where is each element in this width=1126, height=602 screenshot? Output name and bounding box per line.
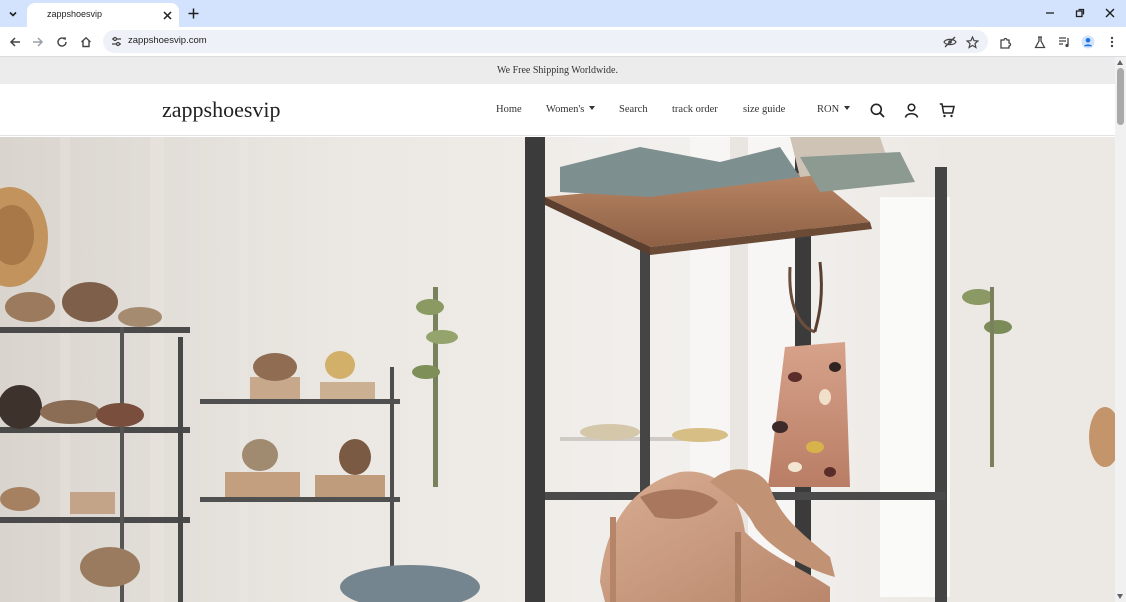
tab-search-button[interactable] (3, 4, 23, 24)
browser-toolbar: zappshoesvip.com (0, 27, 1126, 57)
announcement-text: We Free Shipping Worldwide. (497, 65, 618, 76)
account-icon (904, 102, 919, 118)
minimize-button[interactable] (1039, 4, 1061, 22)
back-button[interactable] (4, 31, 26, 53)
reload-icon (56, 36, 68, 48)
header-search-button[interactable] (868, 101, 886, 119)
tab-close-button[interactable] (159, 7, 175, 23)
labs-button[interactable] (1029, 31, 1051, 53)
tab-title: zappshoesvip (47, 9, 103, 19)
page-scrollbar[interactable] (1115, 57, 1126, 602)
tune-icon (111, 36, 122, 47)
nav-home[interactable]: Home (496, 104, 522, 115)
chevron-down-icon (8, 9, 18, 19)
reload-button[interactable] (51, 31, 73, 53)
url-text[interactable]: zappshoesvip.com (128, 35, 207, 46)
arrow-left-icon (9, 36, 21, 48)
media-controls-button[interactable] (1053, 31, 1075, 53)
flask-icon (1034, 35, 1046, 49)
plus-icon (188, 8, 199, 19)
kebab-menu-icon (1110, 36, 1114, 48)
queue-music-icon (1058, 36, 1071, 48)
cart-icon (939, 102, 955, 118)
new-tab-button[interactable] (184, 4, 202, 22)
account-button[interactable] (902, 101, 920, 119)
eye-off-icon (943, 36, 957, 48)
nav-size-guide[interactable]: size guide (743, 104, 785, 115)
forward-button[interactable] (27, 31, 49, 53)
address-bar[interactable]: zappshoesvip.com (103, 30, 988, 53)
page-viewport: We Free Shipping Worldwide. zappshoesvip… (0, 57, 1115, 602)
profile-button[interactable] (1077, 31, 1099, 53)
extensions-button[interactable] (994, 31, 1016, 53)
account-circle-icon (1081, 35, 1095, 49)
search-icon (870, 103, 885, 118)
site-logo[interactable]: zappshoesvip (162, 97, 281, 123)
tab-strip: zappshoesvip (0, 0, 1126, 27)
browser-tab[interactable]: zappshoesvip (27, 3, 179, 27)
home-button[interactable] (75, 31, 97, 53)
close-window-button[interactable] (1099, 4, 1121, 22)
star-icon (965, 35, 979, 49)
scroll-up-arrow[interactable] (1117, 60, 1123, 65)
hero-banner[interactable] (0, 137, 1115, 602)
browser-menu-button[interactable] (1101, 31, 1123, 53)
site-header: zappshoesvip Home Women's Search track o… (0, 84, 1115, 136)
caret-down-icon (589, 106, 596, 110)
scrollbar-thumb[interactable] (1117, 68, 1124, 125)
site-info-button[interactable] (108, 33, 124, 49)
currency-label: RON (817, 104, 840, 115)
close-icon (1105, 8, 1115, 18)
minimize-icon (1045, 8, 1055, 18)
restore-icon (1075, 8, 1085, 18)
nav-track-order[interactable]: track order (672, 104, 718, 115)
currency-selector[interactable]: RON (817, 104, 851, 115)
bookmark-button[interactable] (963, 33, 981, 51)
hero-image (0, 137, 1115, 602)
close-icon (162, 10, 172, 20)
home-icon (80, 36, 92, 48)
cart-button[interactable] (938, 101, 956, 119)
nav-search[interactable]: Search (619, 104, 648, 115)
restore-button[interactable] (1069, 4, 1091, 22)
arrow-right-icon (32, 36, 44, 48)
nav-womens-label: Women's (546, 104, 585, 115)
scroll-down-arrow[interactable] (1117, 594, 1123, 599)
nav-womens[interactable]: Women's (546, 104, 596, 115)
caret-down-icon (844, 106, 851, 110)
tracking-protection-button[interactable] (941, 33, 959, 51)
puzzle-icon (999, 36, 1012, 49)
announcement-bar: We Free Shipping Worldwide. (0, 57, 1115, 84)
